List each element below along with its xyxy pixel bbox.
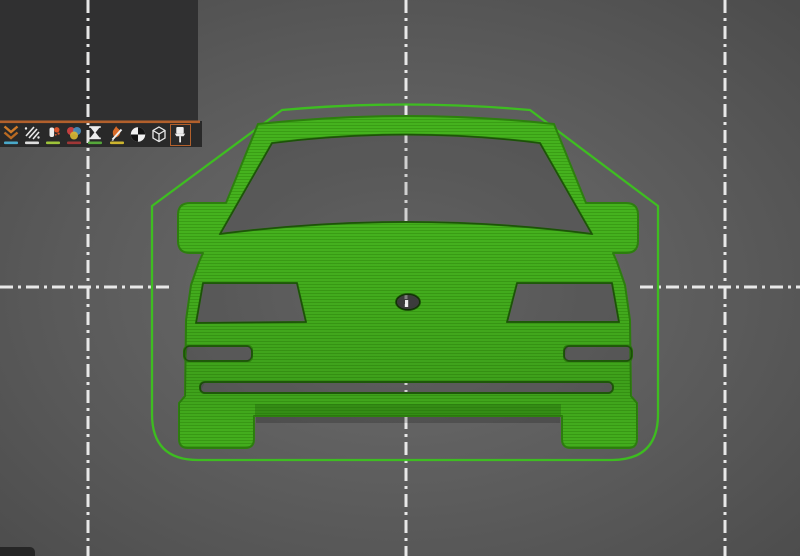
right-headlight-cutout — [505, 282, 620, 323]
color-wheel-button[interactable] — [64, 124, 85, 146]
pin-plunger-icon — [174, 127, 186, 143]
checker-disc-icon — [130, 127, 145, 142]
spray-paint-button[interactable] — [42, 124, 63, 146]
hourglass-button[interactable] — [85, 124, 106, 146]
model-group[interactable] — [177, 115, 639, 449]
checker-disc-button[interactable] — [127, 124, 148, 146]
model-shadow — [256, 416, 560, 423]
slicer-3d-viewport[interactable] — [0, 0, 800, 556]
viewport-scene — [0, 0, 800, 556]
double-chevron-down-button[interactable] — [0, 124, 21, 146]
pin-plunger-button[interactable] — [169, 124, 191, 146]
color-wheel-icon — [67, 127, 82, 145]
spray-paint-icon — [45, 127, 60, 145]
pencil-flame-icon — [109, 126, 124, 145]
scribble-hatch-icon — [24, 126, 40, 145]
windshield-cutout — [218, 133, 594, 235]
bumper-slot — [199, 381, 614, 394]
right-signal-slot — [563, 345, 633, 362]
corner-overlay — [0, 547, 35, 556]
viewport-toolbar — [0, 123, 202, 147]
left-signal-slot — [183, 345, 253, 362]
hole-line-glint — [405, 300, 409, 307]
wireframe-cube-icon — [152, 126, 166, 143]
scribble-hatch-button[interactable] — [21, 124, 42, 146]
side-panel-collapsed — [0, 0, 198, 121]
wireframe-cube-button[interactable] — [148, 124, 169, 146]
bumper-lower-shading — [255, 404, 561, 415]
hourglass-icon — [88, 126, 103, 145]
left-headlight-cutout — [195, 282, 308, 324]
pencil-flame-button[interactable] — [106, 124, 127, 146]
double-chevron-down-icon — [3, 125, 18, 145]
